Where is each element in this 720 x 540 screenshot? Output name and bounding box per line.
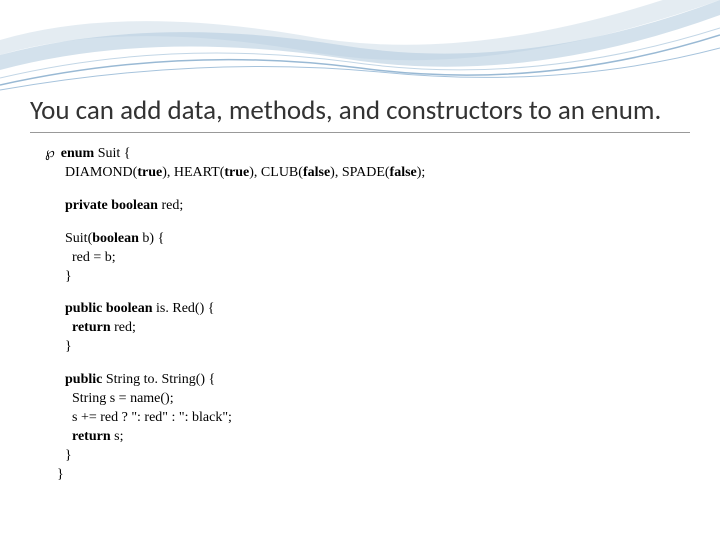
- slide-content: You can add data, methods, and construct…: [0, 0, 720, 504]
- code-line: DIAMOND(true), HEART(true), CLUB(false),…: [45, 164, 690, 183]
- code-line: enum Suit {: [61, 145, 131, 164]
- code-line: public boolean is. Red() {: [45, 300, 690, 319]
- code-line: }: [45, 268, 690, 287]
- code-block: ℘ enum Suit { DIAMOND(true), HEART(true)…: [30, 145, 690, 484]
- code-line: }: [45, 466, 690, 485]
- code-line: }: [45, 447, 690, 466]
- slide-title: You can add data, methods, and construct…: [30, 95, 690, 126]
- code-line: s += red ? ": red" : ": black";: [45, 409, 690, 428]
- code-line: return red;: [45, 319, 690, 338]
- code-line: return s;: [45, 428, 690, 447]
- code-line: public String to. String() {: [45, 371, 690, 390]
- code-line: String s = name();: [45, 390, 690, 409]
- code-line: private boolean red;: [45, 197, 690, 216]
- title-underline: [30, 132, 690, 133]
- bullet-icon: ℘: [45, 145, 55, 164]
- code-line: red = b;: [45, 249, 690, 268]
- code-line: Suit(boolean b) {: [45, 230, 690, 249]
- code-line: }: [45, 338, 690, 357]
